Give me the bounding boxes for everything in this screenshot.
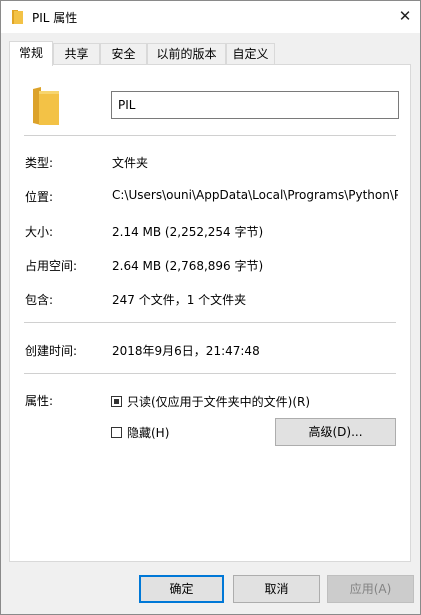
tab-general[interactable]: 常规 — [9, 41, 53, 66]
apply-button[interactable]: 应用(A) — [327, 575, 414, 603]
size-value: 2.14 MB (2,252,254 字节) — [112, 225, 264, 239]
folder-icon — [33, 87, 59, 125]
created-label: 创建时间: — [25, 344, 78, 358]
location-value: C:\Users\ouni\AppData\Local\Programs\Pyt… — [112, 188, 398, 202]
folder-icon — [12, 10, 23, 24]
title-bar: PIL 属性 ✕ — [1, 1, 420, 33]
attributes-label: 属性: — [25, 394, 54, 408]
type-value: 文件夹 — [112, 156, 149, 170]
tab-customize[interactable]: 自定义 — [226, 43, 275, 64]
tab-previous-versions[interactable]: 以前的版本 — [147, 43, 226, 64]
size-on-disk-label: 占用空间: — [25, 259, 78, 273]
created-value: 2018年9月6日，21:47:48 — [112, 344, 260, 358]
contains-label: 包含: — [25, 293, 54, 307]
advanced-button[interactable]: 高级(D)... — [275, 418, 396, 446]
hidden-label[interactable]: 隐藏(H) — [127, 424, 169, 441]
size-on-disk-value: 2.64 MB (2,768,896 字节) — [112, 259, 264, 273]
tab-sharing[interactable]: 共享 — [53, 43, 100, 64]
cancel-button[interactable]: 取消 — [233, 575, 320, 603]
separator — [24, 322, 396, 323]
readonly-checkbox[interactable] — [111, 396, 122, 407]
separator — [24, 373, 396, 374]
close-button[interactable]: ✕ — [390, 1, 420, 31]
contains-value: 247 个文件，1 个文件夹 — [112, 293, 247, 307]
ok-button[interactable]: 确定 — [139, 575, 224, 603]
hidden-checkbox[interactable] — [111, 427, 122, 438]
folder-name-input[interactable] — [111, 91, 399, 119]
tab-security[interactable]: 安全 — [100, 43, 147, 64]
size-label: 大小: — [25, 225, 54, 239]
separator — [24, 135, 396, 136]
location-label: 位置: — [25, 190, 54, 204]
type-label: 类型: — [25, 156, 54, 170]
readonly-label[interactable]: 只读(仅应用于文件夹中的文件)(R) — [127, 393, 310, 410]
general-panel: 类型: 文件夹 位置: C:\Users\ouni\AppData\Local\… — [9, 64, 411, 562]
properties-dialog: PIL 属性 ✕ 常规 共享 安全 以前的版本 自定义 类型: 文件夹 位置: … — [0, 0, 421, 615]
window-title: PIL 属性 — [32, 11, 78, 25]
